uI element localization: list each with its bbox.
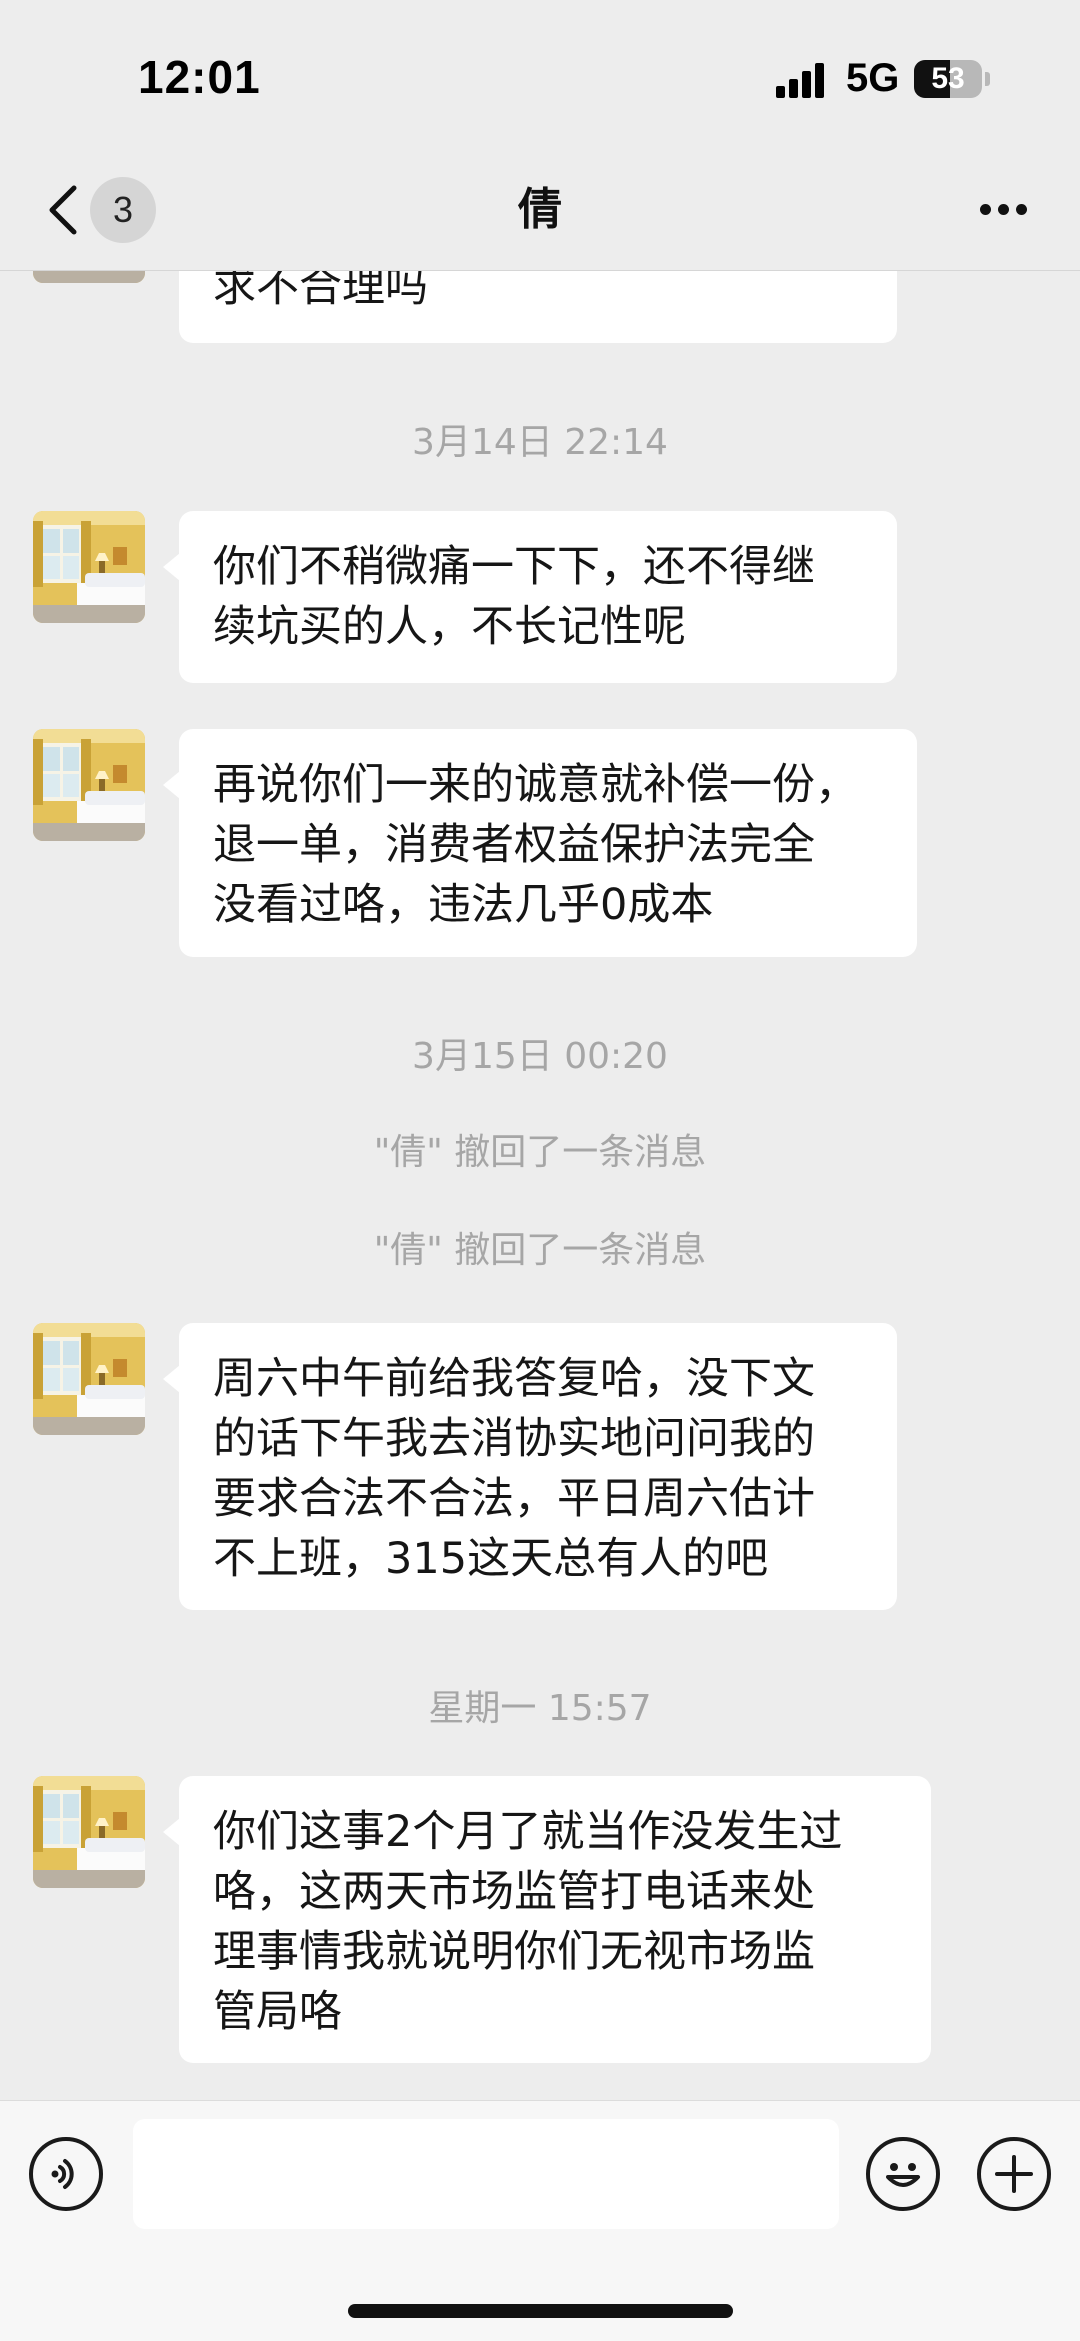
message-bubble[interactable]: 你们不稍微痛一下下，还不得继 续坑买的人，不长记性呢 xyxy=(163,511,897,683)
contact-avatar[interactable] xyxy=(33,511,145,623)
contact-avatar[interactable] xyxy=(33,271,145,283)
emoji-button[interactable] xyxy=(866,2137,940,2211)
recalled-message-note: "倩" 撤回了一条消息 xyxy=(373,1132,707,1173)
nav-bar: 3 倩 xyxy=(0,150,1080,271)
timestamp: 星期一 15:57 xyxy=(428,1688,652,1729)
message-bubble[interactable]: 周六中午前给我答复哈，没下文 的话下午我去消协实地问问我的 要求合法不合法，平日… xyxy=(163,1323,897,1610)
chat-title: 倩 xyxy=(518,184,562,235)
chevron-left-icon xyxy=(49,185,77,235)
plus-icon xyxy=(995,2155,1033,2193)
ellipsis-icon xyxy=(980,204,991,215)
contact-avatar[interactable] xyxy=(33,1323,145,1435)
more-options-button[interactable] xyxy=(968,190,1038,230)
status-time: 12:01 xyxy=(138,51,261,103)
add-button[interactable] xyxy=(977,2137,1051,2211)
message-input[interactable] xyxy=(133,2119,839,2229)
network-type: 5G xyxy=(846,56,900,100)
cellular-signal-icon xyxy=(776,62,826,98)
message-bubble[interactable]: 求不合理吗 xyxy=(179,271,897,343)
battery-level: 53 xyxy=(931,62,965,95)
unread-count-badge: 3 xyxy=(90,177,156,243)
voice-button[interactable] xyxy=(29,2137,103,2211)
emoji-icon xyxy=(886,2163,920,2187)
status-bar: 12:01 5G 53 xyxy=(0,0,1080,150)
contact-avatar[interactable] xyxy=(33,1776,145,1888)
recalled-message-note: "倩" 撤回了一条消息 xyxy=(373,1230,707,1271)
contact-avatar[interactable] xyxy=(33,729,145,841)
home-indicator[interactable] xyxy=(348,2304,733,2318)
battery-cap xyxy=(985,72,990,86)
voice-icon xyxy=(51,2159,74,2189)
timestamp: 3月14日 22:14 xyxy=(412,422,668,463)
chat-screen: 12:01 5G 53 3 倩 求不合理吗 3月14日 22:14 你们不稍微痛… xyxy=(0,0,1080,2341)
back-button[interactable]: 3 xyxy=(36,172,166,248)
battery-icon: 53 xyxy=(914,60,982,98)
timestamp: 3月15日 00:20 xyxy=(412,1036,668,1077)
message-bubble[interactable]: 再说你们一来的诚意就补偿一份， 退一单，消费者权益保护法完全 没看过咯，违法几乎… xyxy=(163,729,917,957)
message-list[interactable]: 求不合理吗 3月14日 22:14 你们不稍微痛一下下，还不得继 续坑买的人，不… xyxy=(0,271,1080,2099)
message-bubble[interactable]: 你们这事2个月了就当作没发生过 咯，这两天市场监管打电话来处 理事情我就说明你们… xyxy=(163,1776,931,2063)
